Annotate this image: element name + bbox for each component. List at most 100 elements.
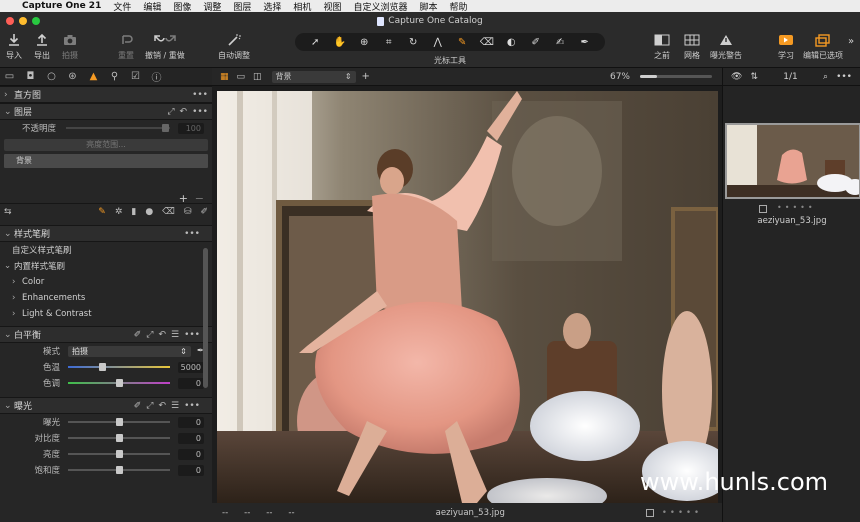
more-icon[interactable]: ••• bbox=[192, 90, 208, 100]
wb-temp-slider[interactable] bbox=[68, 363, 170, 371]
capture-tab-icon[interactable]: ◘ bbox=[25, 71, 36, 82]
exposure-value[interactable]: 0 bbox=[178, 416, 204, 428]
swap-arrows-icon[interactable]: ⇆ bbox=[4, 207, 12, 217]
presets-icon[interactable]: ☰ bbox=[171, 330, 179, 340]
color-picker-icon[interactable]: ✒ bbox=[578, 35, 592, 49]
crop-icon[interactable]: ⌗ bbox=[382, 35, 396, 49]
menu-script[interactable]: 脚本 bbox=[419, 0, 437, 13]
reset-icon[interactable]: ↶ bbox=[180, 107, 188, 117]
minimize-window-button[interactable] bbox=[19, 17, 27, 25]
layers-section-header[interactable]: ⌄ 图层 ⤢ ↶ ••• bbox=[0, 103, 212, 120]
histogram-section-header[interactable]: › 直方图 ••• bbox=[0, 86, 212, 103]
contrast-slider[interactable] bbox=[68, 434, 170, 442]
style-brushes-section-header[interactable]: ⌄ 样式笔刷 ••• bbox=[0, 225, 212, 242]
reset-icon[interactable]: ↶ bbox=[158, 401, 166, 411]
eraser-icon[interactable]: ⌫ bbox=[162, 207, 175, 217]
rotate-icon[interactable]: ↻ bbox=[406, 35, 420, 49]
more-icon[interactable]: ••• bbox=[836, 72, 852, 82]
menu-help[interactable]: 帮助 bbox=[449, 0, 467, 13]
single-view-icon[interactable]: ▭ bbox=[237, 72, 246, 82]
brush-icon[interactable]: ✎ bbox=[455, 35, 469, 49]
metadata-tab-icon[interactable]: ⓘ bbox=[151, 71, 162, 84]
search-icon[interactable]: ⌕ bbox=[823, 72, 828, 82]
pan-hand-icon[interactable]: ✋ bbox=[333, 35, 347, 49]
more-icon[interactable]: ••• bbox=[192, 107, 208, 117]
compare-view-icon[interactable]: ◫ bbox=[253, 72, 262, 82]
select-checkbox[interactable] bbox=[645, 508, 654, 517]
exposure-section-header[interactable]: ⌄ 曝光 ✐ ⤢ ↶ ☰ ••• bbox=[0, 397, 212, 414]
add-icon[interactable]: + bbox=[362, 71, 370, 82]
exposure-slider[interactable] bbox=[68, 418, 170, 426]
thumb-select-checkbox[interactable] bbox=[759, 205, 767, 213]
reset-icon[interactable]: ↶ bbox=[158, 330, 166, 340]
more-icon[interactable]: ••• bbox=[184, 330, 200, 340]
menu-view[interactable]: 视图 bbox=[323, 0, 341, 13]
capture-button[interactable]: 拍摄 bbox=[62, 32, 78, 61]
menu-image[interactable]: 图像 bbox=[173, 0, 191, 13]
reset-button[interactable]: 重置 bbox=[118, 32, 134, 61]
brush-group-enhancements[interactable]: › Enhancements bbox=[0, 290, 212, 306]
grid-button[interactable]: 网格 bbox=[684, 32, 700, 61]
eraser-icon[interactable]: ⌫ bbox=[480, 35, 494, 49]
exposure-warning-button[interactable]: 曝光警告 bbox=[710, 32, 742, 61]
zoom-slider[interactable] bbox=[640, 75, 712, 78]
before-button[interactable]: 之前 bbox=[654, 32, 670, 61]
fill-icon[interactable]: ⛁ bbox=[184, 207, 192, 217]
picker-icon[interactable]: ✐ bbox=[134, 401, 142, 411]
expand-icon[interactable]: ⤢ bbox=[146, 330, 153, 340]
menu-app-name[interactable]: Capture One 21 bbox=[22, 1, 101, 11]
brush-icon[interactable]: ✎ bbox=[98, 207, 106, 217]
heal-brush-icon[interactable]: ✐ bbox=[529, 35, 543, 49]
thumbnail[interactable] bbox=[725, 123, 860, 199]
auto-adjust-button[interactable]: 自动调整 bbox=[218, 32, 250, 61]
more-icon[interactable]: ••• bbox=[184, 229, 200, 239]
brightness-slider[interactable] bbox=[68, 450, 170, 458]
tools-scrollbar[interactable] bbox=[203, 248, 208, 388]
layer-select[interactable]: 背景 ⇕ bbox=[271, 70, 356, 83]
gradient-icon[interactable]: ◐ bbox=[504, 35, 518, 49]
toolbar-overflow-icon[interactable]: » bbox=[848, 36, 854, 47]
contrast-value[interactable]: 0 bbox=[178, 432, 204, 444]
luma-range-button[interactable]: 亮度范围... bbox=[4, 139, 208, 151]
thumb-rating-stars[interactable]: ••••• bbox=[777, 203, 816, 212]
custom-style-brushes[interactable]: 自定义样式笔刷 bbox=[0, 242, 212, 258]
menu-layer[interactable]: 图层 bbox=[233, 0, 251, 13]
import-button[interactable]: 导入 bbox=[6, 32, 22, 61]
menu-camera[interactable]: 相机 bbox=[293, 0, 311, 13]
menu-select[interactable]: 选择 bbox=[263, 0, 281, 13]
clone-brush-icon[interactable]: ✍ bbox=[553, 35, 567, 49]
layer-item-background[interactable]: 背景 bbox=[4, 154, 208, 168]
edit-selected-button[interactable]: 编辑已选项 bbox=[803, 32, 843, 61]
saturation-slider[interactable] bbox=[68, 466, 170, 474]
white-balance-section-header[interactable]: ⌄ 白平衡 ✐ ⤢ ↶ ☰ ••• bbox=[0, 326, 212, 343]
saturation-value[interactable]: 0 bbox=[178, 464, 204, 476]
picker-icon[interactable]: ✐ bbox=[200, 207, 208, 217]
keystone-icon[interactable]: ⋀ bbox=[431, 35, 445, 49]
library-tab-icon[interactable]: ▭ bbox=[4, 71, 15, 82]
select-pointer-icon[interactable]: ➚ bbox=[308, 35, 322, 49]
expand-icon[interactable]: ⤢ bbox=[146, 401, 153, 411]
brush-group-color[interactable]: › Color bbox=[0, 274, 212, 290]
wb-tint-value[interactable]: 0 bbox=[178, 377, 204, 389]
menu-file[interactable]: 文件 bbox=[113, 0, 131, 13]
undo-redo-button[interactable]: 撤销 / 重做 bbox=[145, 32, 185, 61]
linear-gradient-icon[interactable]: ▮ bbox=[131, 207, 136, 217]
exposure-tab-icon[interactable]: ▲ bbox=[88, 71, 99, 82]
brightness-value[interactable]: 0 bbox=[178, 448, 204, 460]
presets-icon[interactable]: ☰ bbox=[171, 401, 179, 411]
adjustments-tab-icon[interactable]: ☑ bbox=[130, 71, 141, 82]
magic-brush-icon[interactable]: ✲ bbox=[115, 207, 123, 217]
wb-temp-value[interactable]: 5000 bbox=[178, 361, 204, 373]
more-icon[interactable]: ••• bbox=[184, 401, 200, 411]
opacity-value[interactable]: 100 bbox=[178, 122, 204, 134]
eye-icon[interactable]: 👁 bbox=[731, 72, 742, 82]
menu-custom-browser[interactable]: 自定义浏览器 bbox=[353, 0, 407, 13]
multi-view-icon[interactable]: ▦ bbox=[220, 72, 229, 82]
details-tab-icon[interactable]: ⚲ bbox=[109, 71, 120, 82]
close-window-button[interactable] bbox=[6, 17, 14, 25]
opacity-slider[interactable] bbox=[66, 124, 170, 132]
color-tab-icon[interactable]: ⊛ bbox=[67, 71, 78, 82]
expand-icon[interactable]: ⤢ bbox=[167, 107, 174, 117]
rating-stars[interactable]: ••••• bbox=[662, 508, 702, 518]
zoom-window-button[interactable] bbox=[32, 17, 40, 25]
